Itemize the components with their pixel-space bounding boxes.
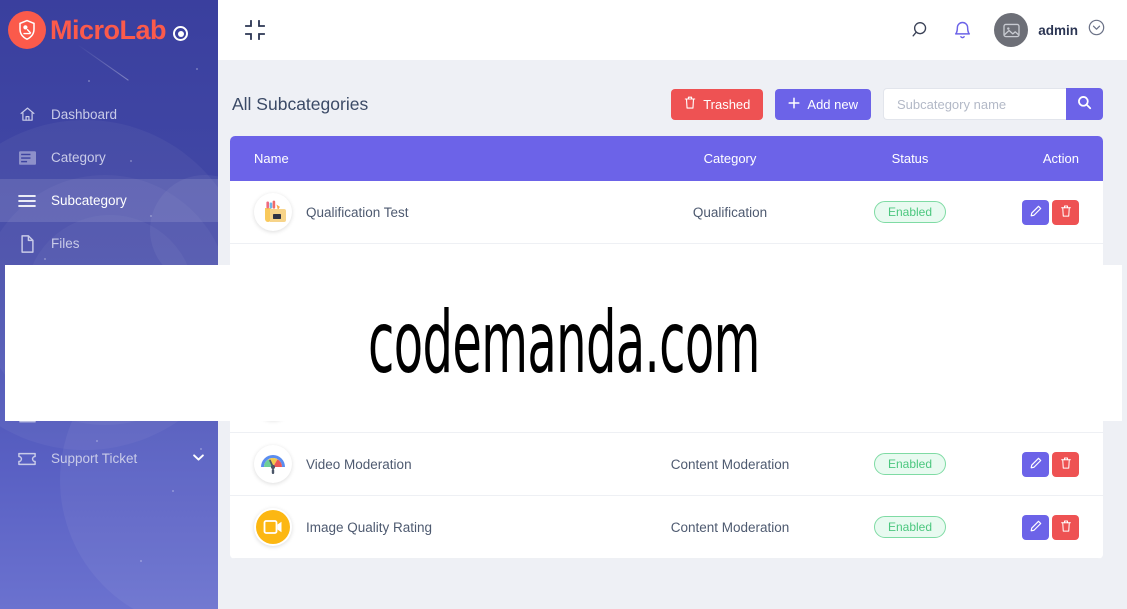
table-row[interactable]: Qualification Test Qualification Enabled [230, 181, 1103, 244]
row-name: Image Quality Rating [306, 519, 433, 535]
topbar-actions: admin [911, 13, 1105, 47]
column-header-category: Category [703, 151, 757, 166]
edit-button[interactable] [1022, 451, 1049, 477]
sidebar-item-category[interactable]: Category [0, 136, 218, 179]
user-name: admin [1038, 22, 1078, 38]
bell-icon[interactable] [953, 20, 972, 40]
topbar: admin [218, 0, 1127, 60]
menu-icon [18, 194, 36, 208]
row-category: Qualification [692, 204, 768, 220]
sidebar-decoration-dot [140, 560, 142, 562]
trashed-label: Trashed [703, 96, 751, 112]
row-name-cell: Image Quality Rating [230, 508, 625, 546]
chevron-down-circle-icon[interactable] [1088, 19, 1105, 41]
add-new-label: Add new [807, 96, 858, 112]
pencil-icon [1030, 520, 1042, 535]
edit-button[interactable] [1022, 199, 1049, 225]
chevron-down-icon[interactable] [193, 453, 204, 464]
delete-button[interactable] [1052, 451, 1079, 477]
trash-icon [1060, 205, 1072, 220]
row-actions [985, 514, 1103, 540]
subcategory-search [883, 88, 1103, 120]
video-camera-icon [254, 508, 292, 546]
pencil-icon [1030, 457, 1042, 472]
row-name: Video Moderation [306, 456, 412, 472]
sidebar-decoration-dot [172, 490, 174, 492]
search-icon[interactable] [911, 20, 931, 40]
user-menu[interactable]: admin [994, 13, 1105, 47]
table-row[interactable]: Image Quality Rating Content Moderation … [230, 496, 1103, 559]
ticket-icon [18, 452, 36, 466]
shield-microscope-icon [8, 11, 46, 49]
row-status: Enabled [835, 201, 985, 223]
sidebar-item-files[interactable]: Files [0, 222, 218, 265]
search-icon [1077, 95, 1092, 113]
row-name-cell: Qualification Test [230, 193, 625, 231]
brand-name: MicroLab [50, 14, 167, 45]
row-status: Enabled [835, 516, 985, 538]
sidebar-item-label: Dashboard [51, 107, 118, 122]
search-submit-button[interactable] [1066, 88, 1103, 120]
status-badge: Enabled [873, 516, 947, 538]
plus-icon [788, 96, 800, 112]
collapse-icon[interactable] [244, 19, 266, 41]
sidebar-item-label: Support Ticket [51, 451, 138, 466]
app-root: MicroLab Dashboard Category Subcategory … [0, 0, 1127, 609]
row-category: Content Moderation [670, 456, 790, 472]
watermark-text: codemanda.com [367, 293, 760, 393]
add-new-button[interactable]: Add new [775, 88, 871, 120]
brand-logo[interactable]: MicroLab [0, 0, 218, 60]
sidebar-item-dashboard[interactable]: Dashboard [0, 93, 218, 136]
trash-icon [684, 96, 696, 112]
trashed-button[interactable]: Trashed [671, 88, 764, 120]
sidebar-item-label: Subcategory [51, 193, 127, 208]
row-name-cell: Video Moderation [230, 445, 625, 483]
delete-button[interactable] [1052, 199, 1079, 225]
delete-button[interactable] [1052, 514, 1079, 540]
sidebar-decoration-dot [196, 68, 198, 70]
sidebar-item-subcategory[interactable]: Subcategory [0, 179, 218, 222]
trash-icon [1060, 520, 1072, 535]
sidebar-item-support-ticket[interactable]: Support Ticket [0, 437, 218, 480]
home-icon [18, 106, 36, 123]
edit-button[interactable] [1022, 514, 1049, 540]
page-actions: Trashed Add new [671, 88, 1103, 120]
sidebar-item-label: Files [51, 236, 80, 251]
list-icon [18, 150, 36, 166]
column-header-action: Action [1042, 151, 1079, 166]
row-name: Qualification Test [306, 204, 409, 220]
row-status: Enabled [835, 453, 985, 475]
status-badge: Enabled [873, 201, 947, 223]
art-supplies-icon [254, 193, 292, 231]
watermark-overlay: codemanda.com [5, 265, 1122, 421]
column-header-name: Name [254, 151, 289, 166]
row-actions [985, 451, 1103, 477]
page-header: All Subcategories Trashed Add new [218, 72, 1127, 136]
pencil-icon [1030, 205, 1042, 220]
search-input[interactable] [883, 88, 1066, 120]
page-title: All Subcategories [232, 93, 369, 114]
table-row[interactable]: Video Moderation Content Moderation Enab… [230, 433, 1103, 496]
avatar [994, 13, 1029, 47]
sidebar-decoration-dot [88, 80, 90, 82]
gauge-icon [254, 445, 292, 483]
column-header-status: Status [891, 151, 929, 166]
row-actions [985, 199, 1103, 225]
file-icon [18, 234, 36, 253]
table-header-row: Name Category Status Action [230, 136, 1103, 181]
trash-icon [1060, 457, 1072, 472]
sidebar-item-label: Category [51, 150, 106, 165]
row-category: Content Moderation [670, 519, 790, 535]
status-badge: Enabled [873, 453, 947, 475]
radio-dot-icon[interactable] [173, 26, 189, 41]
